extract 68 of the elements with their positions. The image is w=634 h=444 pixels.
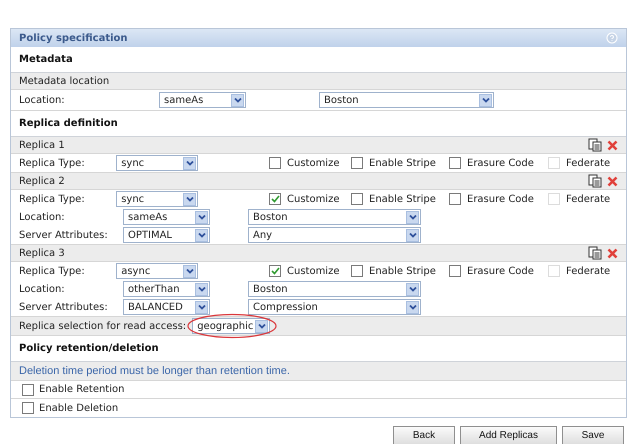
checkbox[interactable] — [269, 157, 281, 169]
checkbox-label: Enable Stripe — [369, 264, 436, 278]
checkbox[interactable] — [269, 265, 281, 277]
field-label: Server Attributes: — [19, 300, 109, 314]
dropdown[interactable]: sameAs — [123, 209, 210, 225]
dropdown[interactable]: Boston — [248, 209, 421, 225]
checkbox-label: Customize — [287, 156, 340, 170]
copy-icon[interactable] — [588, 246, 602, 260]
dropdown[interactable]: Boston — [248, 281, 421, 297]
field-label: Replica Type: — [19, 264, 86, 278]
field-label: Location: — [19, 210, 66, 224]
checkmark-icon — [270, 267, 280, 275]
field-label: Replica selection for read access: — [19, 320, 186, 334]
checkbox[interactable] — [22, 384, 34, 396]
validation-message: Deletion time period must be longer than retention time. — [19, 364, 290, 379]
dropdown[interactable]: sync — [116, 191, 198, 207]
dropdown[interactable]: async — [116, 263, 198, 279]
dropdown[interactable]: geographic — [192, 318, 270, 334]
delete-icon[interactable] — [607, 176, 618, 186]
checkbox-label: Federate — [566, 264, 610, 278]
dropdown[interactable]: BALANCED — [123, 299, 210, 315]
checkbox[interactable] — [269, 193, 281, 205]
field-label: Replica Type: — [19, 192, 86, 206]
panel-title: Policy specification — [19, 32, 128, 46]
checkbox[interactable] — [22, 402, 34, 414]
delete-icon[interactable] — [607, 140, 618, 150]
section-heading: Policy retention/deletion — [19, 342, 159, 356]
checkbox-label: Federate — [566, 192, 610, 206]
delete-icon[interactable] — [607, 248, 618, 258]
dropdown[interactable]: otherThan — [123, 281, 210, 297]
field-label: Location: — [19, 282, 66, 296]
dropdown[interactable]: OPTIMAL — [123, 227, 210, 243]
action-button[interactable]: Add Replicas — [460, 426, 557, 444]
subsection-heading: Metadata location — [19, 74, 110, 88]
checkbox[interactable] — [351, 265, 363, 277]
dropdown[interactable]: sameAs — [159, 92, 246, 108]
checkbox[interactable] — [449, 265, 461, 277]
checkbox[interactable] — [351, 193, 363, 205]
checkbox-label: Erasure Code — [467, 264, 534, 278]
checkbox[interactable] — [351, 157, 363, 169]
action-button[interactable]: Back — [393, 426, 455, 444]
checkbox-label: Customize — [287, 264, 340, 278]
checkbox-label: Enable Stripe — [369, 156, 436, 170]
checkbox[interactable] — [449, 157, 461, 169]
checkbox[interactable] — [449, 193, 461, 205]
replica-title: Replica 3 — [19, 246, 65, 260]
checkbox-label: Customize — [287, 192, 340, 206]
field-label: Server Attributes: — [19, 228, 109, 242]
section-heading: Metadata — [19, 53, 73, 67]
checkbox-label: Erasure Code — [467, 192, 534, 206]
field-label: Replica Type: — [19, 156, 86, 170]
checkbox-label: Enable Deletion — [39, 402, 118, 416]
checkbox-label: Enable Retention — [39, 383, 124, 397]
copy-icon[interactable] — [588, 138, 602, 152]
dropdown[interactable]: Boston — [319, 92, 494, 108]
dropdown[interactable]: sync — [116, 155, 198, 171]
section-heading: Replica definition — [19, 117, 118, 131]
field-label: Location: — [19, 94, 66, 108]
replica-title: Replica 1 — [19, 138, 65, 152]
checkbox-label: Erasure Code — [467, 156, 534, 170]
action-button[interactable]: Save — [562, 426, 624, 444]
copy-icon[interactable] — [588, 174, 602, 188]
dropdown[interactable]: Any — [248, 227, 421, 243]
checkbox-label: Enable Stripe — [369, 192, 436, 206]
replica-title: Replica 2 — [19, 174, 65, 188]
dropdown[interactable]: Compression — [248, 299, 421, 315]
checkmark-icon — [270, 195, 280, 203]
checkbox-label: Federate — [566, 156, 610, 170]
